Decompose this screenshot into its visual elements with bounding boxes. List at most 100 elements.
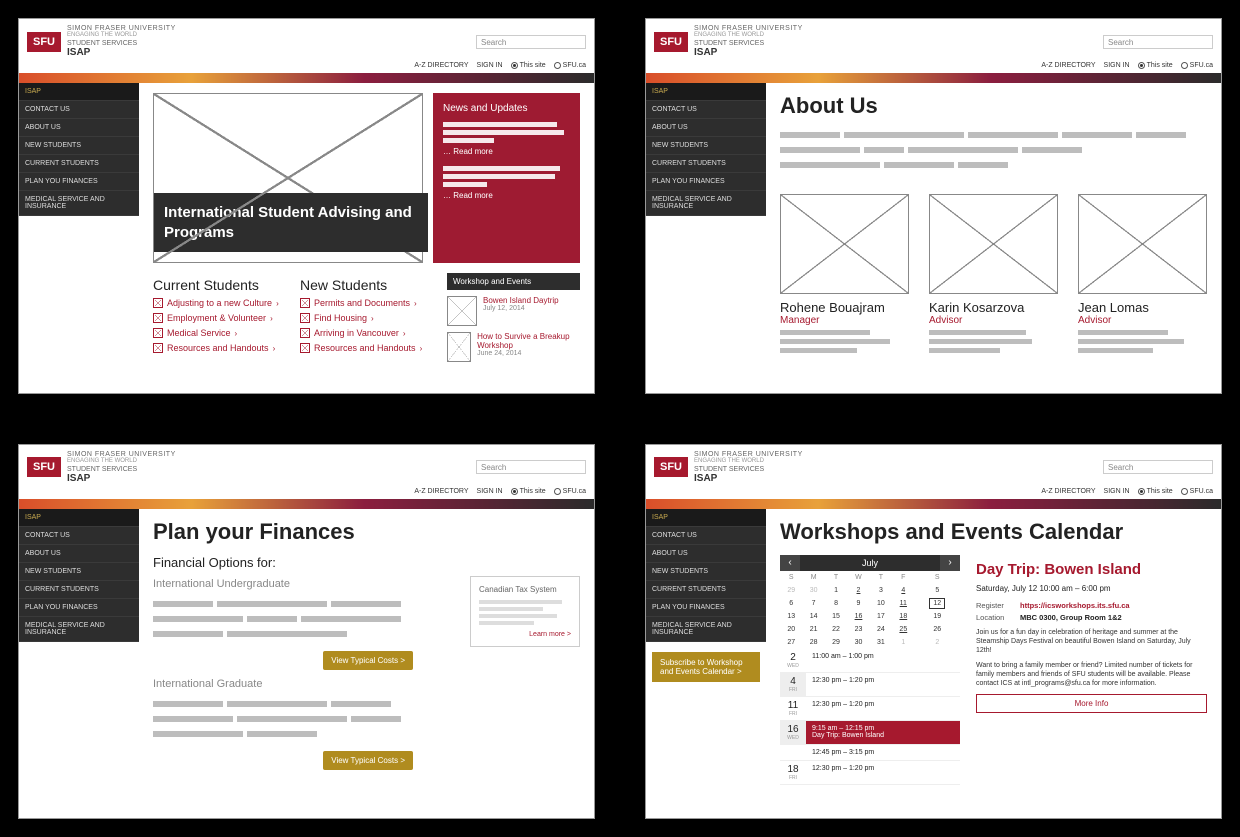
radio-sfu-ca[interactable]: SFU.ca (554, 62, 586, 69)
link-permits[interactable]: Permits and Documents› (300, 298, 433, 308)
sidebar-item-about[interactable]: ABOUT US (646, 545, 766, 563)
sidebar-item-isap[interactable]: ISAP (646, 83, 766, 101)
radio-sfu-ca[interactable]: SFU.ca (1181, 488, 1213, 495)
signin-link[interactable]: SIGN IN (1104, 488, 1130, 495)
sfu-logo[interactable]: SFU (27, 32, 61, 52)
link-employment[interactable]: Employment & Volunteer› (153, 313, 286, 323)
screen-home: SFU SIMON FRASER UNIVERSITY ENGAGING THE… (18, 18, 595, 394)
radio-this-site[interactable]: This site (511, 62, 546, 69)
link-resources-1[interactable]: Resources and Handouts› (153, 343, 286, 353)
az-directory-link[interactable]: A-Z DIRECTORY (1041, 62, 1095, 69)
day-row[interactable]: 11FRI12:30 pm – 1:20 pm (780, 697, 960, 721)
dept-label: STUDENT SERVICES (67, 40, 476, 47)
radio-sfu-ca[interactable]: SFU.ca (1181, 62, 1213, 69)
register-link[interactable]: https://icsworkshops.its.sfu.ca (1020, 601, 1130, 610)
signin-link[interactable]: SIGN IN (477, 62, 503, 69)
sidebar-item-isap[interactable]: ISAP (646, 509, 766, 527)
sidebar-item-medical[interactable]: MEDICAL SERVICE AND INSURANCE (19, 191, 139, 216)
radio-this-site[interactable]: This site (1138, 62, 1173, 69)
sfu-logo[interactable]: SFU (654, 457, 688, 477)
day-row[interactable]: 2WED11:00 am – 1:00 pm (780, 649, 960, 673)
sidebar-item-finances[interactable]: PLAN YOU FINANCES (19, 173, 139, 191)
radio-this-site[interactable]: This site (1138, 488, 1173, 495)
day-row[interactable]: 4FRI12:30 pm – 1:20 pm (780, 673, 960, 697)
x-icon (153, 298, 163, 308)
event-title: Day Trip: Bowen Island (976, 561, 1207, 578)
sidebar: ISAP CONTACT US ABOUT US NEW STUDENTS CU… (19, 83, 139, 393)
sidebar-item-finances[interactable]: PLAN YOU FINANCES (19, 599, 139, 617)
event-p2: Want to bring a family member or friend?… (976, 661, 1207, 688)
sidebar-item-contact[interactable]: CONTACT US (19, 527, 139, 545)
signin-link[interactable]: SIGN IN (477, 488, 503, 495)
search-input[interactable]: Search (476, 35, 586, 49)
event-item[interactable]: Bowen Island DaytripJuly 12, 2014 (447, 296, 580, 326)
view-costs-button[interactable]: View Typical Costs > (323, 751, 413, 770)
calendar-grid[interactable]: SMTWTFS293012345678910111213141516171819… (780, 571, 960, 649)
signin-link[interactable]: SIGN IN (1104, 62, 1130, 69)
month-label: July (800, 555, 940, 571)
event-when: Saturday, July 12 10:00 am – 6:00 pm (976, 584, 1207, 593)
more-info-button[interactable]: More Info (976, 694, 1207, 713)
sidebar-item-contact[interactable]: CONTACT US (19, 101, 139, 119)
subscribe-button[interactable]: Subscribe to Workshop and Events Calenda… (652, 652, 760, 682)
main-content: International Student Advising and Progr… (139, 83, 594, 393)
sidebar-item-new[interactable]: NEW STUDENTS (646, 137, 766, 155)
sidebar-item-isap[interactable]: ISAP (19, 83, 139, 101)
sidebar-item-isap[interactable]: ISAP (19, 509, 139, 527)
view-costs-button[interactable]: View Typical Costs > (323, 651, 413, 670)
sidebar-item-medical[interactable]: MEDICAL SERVICE AND INSURANCE (646, 617, 766, 642)
header: SFU SIMON FRASER UNIVERSITY ENGAGING THE… (19, 19, 594, 60)
sfu-logo[interactable]: SFU (654, 32, 688, 52)
day-row[interactable]: 16WED9:15 am – 12:15 pmDay Trip: Bowen I… (780, 721, 960, 745)
read-more-2[interactable]: … Read more (443, 191, 570, 200)
sidebar-item-current[interactable]: CURRENT STUDENTS (646, 581, 766, 599)
link-arriving[interactable]: Arriving in Vancouver› (300, 328, 433, 338)
search-input[interactable]: Search (1103, 35, 1213, 49)
sidebar-item-new[interactable]: NEW STUDENTS (646, 563, 766, 581)
event-thumb (447, 296, 477, 326)
sidebar-item-new[interactable]: NEW STUDENTS (19, 563, 139, 581)
sidebar-item-medical[interactable]: MEDICAL SERVICE AND INSURANCE (19, 617, 139, 642)
sidebar-item-about[interactable]: ABOUT US (19, 545, 139, 563)
page-title: Workshops and Events Calendar (780, 519, 1207, 545)
link-resources-2[interactable]: Resources and Handouts› (300, 343, 433, 353)
search-input[interactable]: Search (1103, 460, 1213, 474)
sidebar-item-contact[interactable]: CONTACT US (646, 527, 766, 545)
sidebar-item-about[interactable]: ABOUT US (646, 119, 766, 137)
unit-name: ISAP (67, 47, 476, 58)
az-directory-link[interactable]: A-Z DIRECTORY (1041, 488, 1095, 495)
learn-more-link[interactable]: Learn more > (479, 631, 571, 638)
staff-card: Rohene Bouajram Manager (780, 194, 909, 357)
sidebar-item-new[interactable]: NEW STUDENTS (19, 137, 139, 155)
sidebar-item-finances[interactable]: PLAN YOU FINANCES (646, 599, 766, 617)
link-housing[interactable]: Find Housing› (300, 313, 433, 323)
day-event-list: 2WED11:00 am – 1:00 pm4FRI12:30 pm – 1:2… (780, 649, 960, 785)
az-directory-link[interactable]: A-Z DIRECTORY (414, 488, 468, 495)
day-row[interactable]: 18FRI12:30 pm – 1:20 pm (780, 761, 960, 785)
next-month-button[interactable]: › (940, 555, 960, 571)
sidebar-item-current[interactable]: CURRENT STUDENTS (19, 581, 139, 599)
sidebar-item-medical[interactable]: MEDICAL SERVICE AND INSURANCE (646, 191, 766, 216)
sidebar: ISAP CONTACT US ABOUT US NEW STUDENTS CU… (646, 83, 766, 393)
sfu-logo[interactable]: SFU (27, 457, 61, 477)
read-more-1[interactable]: … Read more (443, 147, 570, 156)
sub-header: A-Z DIRECTORY SIGN IN This site SFU.ca (19, 60, 594, 73)
event-item[interactable]: How to Survive a Breakup WorkshopJune 24… (447, 332, 580, 362)
sidebar-item-about[interactable]: ABOUT US (19, 119, 139, 137)
staff-role: Manager (780, 315, 909, 326)
az-directory-link[interactable]: A-Z DIRECTORY (414, 62, 468, 69)
event-location: MBC 0300, Group Room 1&2 (1020, 613, 1122, 622)
staff-photo (780, 194, 909, 294)
staff-photo (1078, 194, 1207, 294)
link-adjusting[interactable]: Adjusting to a new Culture› (153, 298, 286, 308)
radio-this-site[interactable]: This site (511, 488, 546, 495)
sidebar-item-contact[interactable]: CONTACT US (646, 101, 766, 119)
x-icon (153, 313, 163, 323)
sidebar-item-current[interactable]: CURRENT STUDENTS (19, 155, 139, 173)
sidebar-item-finances[interactable]: PLAN YOU FINANCES (646, 173, 766, 191)
link-medical[interactable]: Medical Service› (153, 328, 286, 338)
sidebar-item-current[interactable]: CURRENT STUDENTS (646, 155, 766, 173)
search-input[interactable]: Search (476, 460, 586, 474)
prev-month-button[interactable]: ‹ (780, 555, 800, 571)
radio-sfu-ca[interactable]: SFU.ca (554, 488, 586, 495)
